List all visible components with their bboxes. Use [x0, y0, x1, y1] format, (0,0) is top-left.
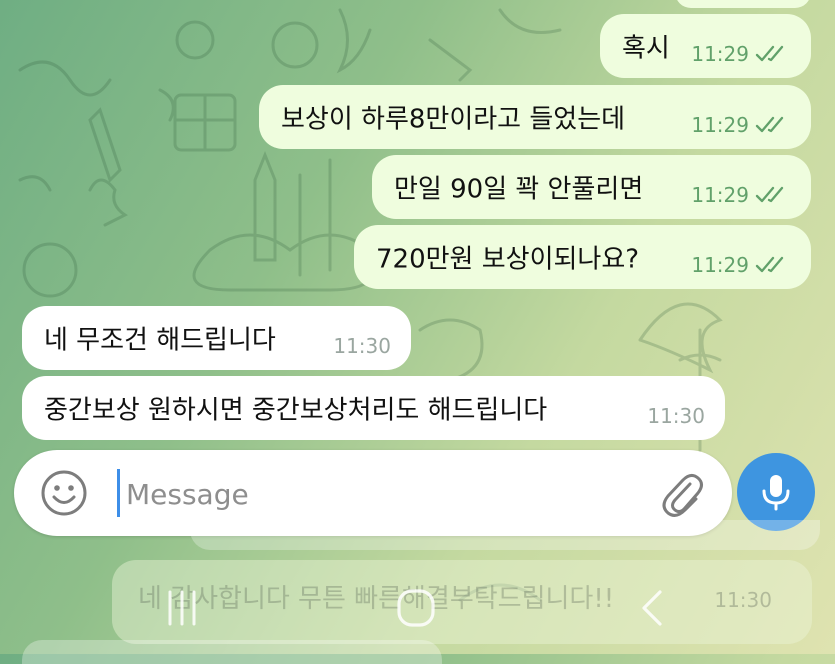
message-text: 중간보상 원하시면 중간보상처리도 해드립니다	[44, 395, 548, 426]
message-bubble-outgoing[interactable]: 혹시 11:29	[600, 14, 811, 78]
message-time: 11:29	[691, 183, 749, 207]
paperclip-icon[interactable]	[660, 470, 704, 518]
double-check-icon	[755, 116, 784, 133]
smile-icon[interactable]	[40, 469, 88, 517]
message-time: 11:29	[691, 113, 749, 137]
message-bubble-incoming[interactable]: 중간보상 원하시면 중간보상처리도 해드립니다 11:30	[22, 376, 725, 440]
double-check-icon	[755, 45, 784, 62]
message-text: 보상이 하루8만이라고 들었는데	[281, 104, 626, 135]
text-cursor	[117, 469, 120, 517]
message-time: 11:29	[691, 42, 749, 66]
message-bubble-incoming[interactable]: 네 무조건 해드립니다 11:30	[22, 306, 411, 370]
double-check-icon	[755, 186, 784, 203]
system-navigation-bar	[0, 580, 835, 636]
background-card	[190, 520, 820, 550]
recent-apps-icon[interactable]	[162, 586, 202, 630]
message-time: 11:29	[691, 253, 749, 277]
message-bubble-outgoing[interactable]: 만일 90일 꽉 안풀리면 11:29	[372, 155, 811, 219]
message-text: 720만원 보상이되나요?	[376, 244, 640, 275]
double-check-icon	[755, 256, 784, 273]
message-input[interactable]	[124, 470, 648, 518]
message-text: 네 무조건 해드립니다	[44, 325, 276, 356]
home-icon[interactable]	[394, 586, 438, 630]
message-text: 만일 90일 꽉 안풀리면	[394, 174, 644, 205]
message-text: 혹시	[622, 33, 670, 64]
back-icon[interactable]	[632, 586, 672, 630]
previous-message-bubble	[675, 0, 811, 8]
message-bubble-outgoing[interactable]: 보상이 하루8만이라고 들었는데 11:29	[259, 85, 811, 149]
message-time: 11:30	[647, 404, 705, 428]
message-bubble-outgoing[interactable]: 720만원 보상이되나요? 11:29	[354, 225, 811, 289]
microphone-icon	[762, 475, 790, 511]
background-bubble-peek	[22, 640, 442, 664]
message-time: 11:30	[333, 334, 391, 358]
